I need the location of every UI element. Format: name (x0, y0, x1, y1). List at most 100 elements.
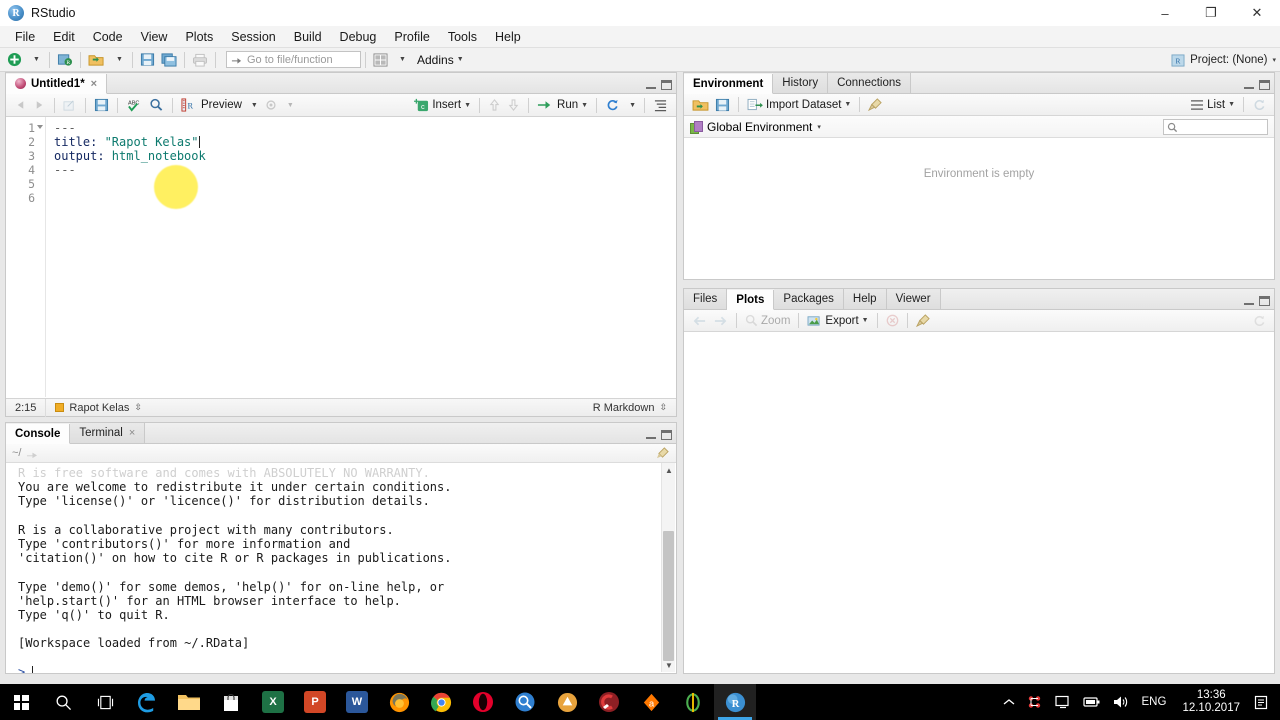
import-dataset-button[interactable]: Import Dataset ▼ (744, 95, 854, 114)
export-plot-button[interactable]: Export ▼ (804, 311, 871, 330)
console-prompt-line[interactable]: > (18, 665, 676, 673)
language-indicator[interactable]: ENG (1134, 696, 1175, 708)
rerun-chunks-icon[interactable] (602, 96, 623, 115)
pane-layout-dropdown[interactable]: ▼ (391, 50, 411, 70)
file-type-selector[interactable]: R Markdown ⇳ (584, 399, 676, 417)
taskbar-item-qbittorrent[interactable] (672, 684, 714, 720)
insert-chunk-button[interactable]: c Insert ▼ (411, 96, 474, 115)
volume-icon[interactable] (1106, 695, 1134, 709)
taskbar-item-opera[interactable] (462, 684, 504, 720)
back-arrow-icon[interactable] (11, 96, 30, 115)
network-icon[interactable] (1021, 695, 1049, 710)
console-output[interactable]: R is free software and comes with ABSOLU… (6, 463, 676, 673)
maximize-pane-icon[interactable] (1259, 296, 1270, 306)
remove-plot-icon[interactable] (883, 311, 902, 330)
refresh-icon[interactable] (1249, 311, 1269, 330)
scroll-down-icon[interactable]: ▼ (662, 658, 676, 672)
list-view-button[interactable]: List ▼ (1187, 95, 1238, 114)
tab-terminal[interactable]: Terminal × (70, 423, 146, 443)
code-editor[interactable]: 1 2 3 4 5 6 --- title: "Rapot Kelas" out… (6, 117, 676, 397)
next-chunk-icon[interactable] (504, 96, 523, 115)
action-center-icon[interactable] (1248, 695, 1280, 710)
maximize-pane-icon[interactable] (1259, 80, 1270, 90)
taskbar-item-firefox[interactable] (378, 684, 420, 720)
taskbar-item-chrome[interactable] (420, 684, 462, 720)
menu-tools[interactable]: Tools (439, 27, 486, 47)
menu-help[interactable]: Help (486, 27, 530, 47)
open-file-button[interactable] (85, 50, 108, 70)
new-project-button[interactable]: R (54, 50, 76, 70)
global-environment-label[interactable]: Global Environment (707, 120, 812, 134)
forward-arrow-icon[interactable] (30, 96, 49, 115)
minimize-pane-icon[interactable] (1244, 81, 1254, 89)
knit-icon[interactable]: R (178, 96, 198, 115)
next-plot-icon[interactable] (710, 311, 731, 330)
taskbar-item-store[interactable] (210, 684, 252, 720)
tab-console[interactable]: Console (6, 424, 71, 444)
environment-search-input[interactable] (1163, 119, 1268, 135)
close-button[interactable]: ✕ (1234, 0, 1280, 26)
pane-layout-button[interactable] (370, 50, 391, 70)
save-button[interactable] (137, 50, 158, 70)
maximize-pane-icon[interactable] (661, 430, 672, 440)
tab-history[interactable]: History (773, 73, 829, 93)
clear-plots-broom-icon[interactable] (913, 311, 934, 330)
gear-icon[interactable] (261, 96, 281, 115)
preview-dropdown[interactable]: ▼ (245, 96, 261, 115)
menu-edit[interactable]: Edit (44, 27, 84, 47)
source-tab-untitled1[interactable]: Untitled1* × (6, 74, 108, 94)
rerun-dropdown[interactable]: ▼ (623, 96, 639, 115)
taskbar-item-avira[interactable] (546, 684, 588, 720)
addins-button[interactable]: Addins ▼ (411, 50, 467, 70)
save-all-button[interactable] (158, 50, 180, 70)
taskbar-item-edge[interactable] (126, 684, 168, 720)
taskbar-item-ccleaner[interactable] (588, 684, 630, 720)
menu-plots[interactable]: Plots (176, 27, 222, 47)
tab-packages[interactable]: Packages (774, 289, 844, 309)
find-replace-icon[interactable] (146, 96, 167, 115)
taskbar-item-excel[interactable]: X (252, 684, 294, 720)
restore-button[interactable]: ❐ (1188, 0, 1234, 26)
menu-session[interactable]: Session (222, 27, 284, 47)
menu-profile[interactable]: Profile (385, 27, 438, 47)
menu-debug[interactable]: Debug (331, 27, 386, 47)
menu-code[interactable]: Code (84, 27, 132, 47)
clear-workspace-broom-icon[interactable] (865, 95, 886, 114)
scroll-up-icon[interactable]: ▲ (662, 463, 676, 477)
document-scope-selector[interactable]: Rapot Kelas ⇳ (46, 399, 150, 417)
load-workspace-icon[interactable] (689, 95, 712, 114)
new-file-dropdown[interactable]: ▼ (25, 50, 45, 70)
tab-viewer[interactable]: Viewer (886, 289, 941, 309)
start-button[interactable] (0, 684, 42, 720)
open-file-dropdown[interactable]: ▼ (108, 50, 128, 70)
scrollbar-thumb[interactable] (663, 531, 674, 661)
maximize-pane-icon[interactable] (661, 80, 672, 90)
go-to-file-function-input[interactable]: Go to file/function (226, 51, 361, 68)
tab-files[interactable]: Files (684, 289, 728, 309)
tab-environment[interactable]: Environment (684, 74, 774, 94)
fold-arrow-icon[interactable] (37, 125, 43, 129)
previous-chunk-icon[interactable] (485, 96, 504, 115)
show-hidden-icons-chevron[interactable] (997, 697, 1021, 707)
taskbar-search-button[interactable] (42, 684, 84, 720)
tab-connections[interactable]: Connections (828, 73, 912, 93)
minimize-button[interactable]: – (1142, 0, 1188, 26)
minimize-pane-icon[interactable] (646, 431, 656, 439)
project-selector[interactable]: R Project: (None) ▾ (1171, 48, 1276, 72)
tab-plots[interactable]: Plots (727, 290, 775, 310)
document-outline-icon[interactable] (650, 96, 671, 115)
spellcheck-icon[interactable]: ABC (123, 96, 146, 115)
new-file-button[interactable] (4, 50, 25, 70)
close-icon[interactable]: × (129, 427, 135, 439)
task-view-button[interactable] (84, 684, 126, 720)
menu-view[interactable]: View (132, 27, 177, 47)
tab-help[interactable]: Help (843, 289, 887, 309)
taskbar-item-avast[interactable]: a (630, 684, 672, 720)
zoom-plot-button[interactable]: Zoom (742, 311, 793, 330)
taskbar-item-word[interactable]: W (336, 684, 378, 720)
popout-window-icon[interactable] (60, 96, 80, 115)
console-scrollbar[interactable]: ▲ ▼ (661, 463, 675, 672)
taskbar-item-desktop-search[interactable] (504, 684, 546, 720)
display-icon[interactable] (1049, 695, 1077, 709)
menu-file[interactable]: File (6, 27, 44, 47)
